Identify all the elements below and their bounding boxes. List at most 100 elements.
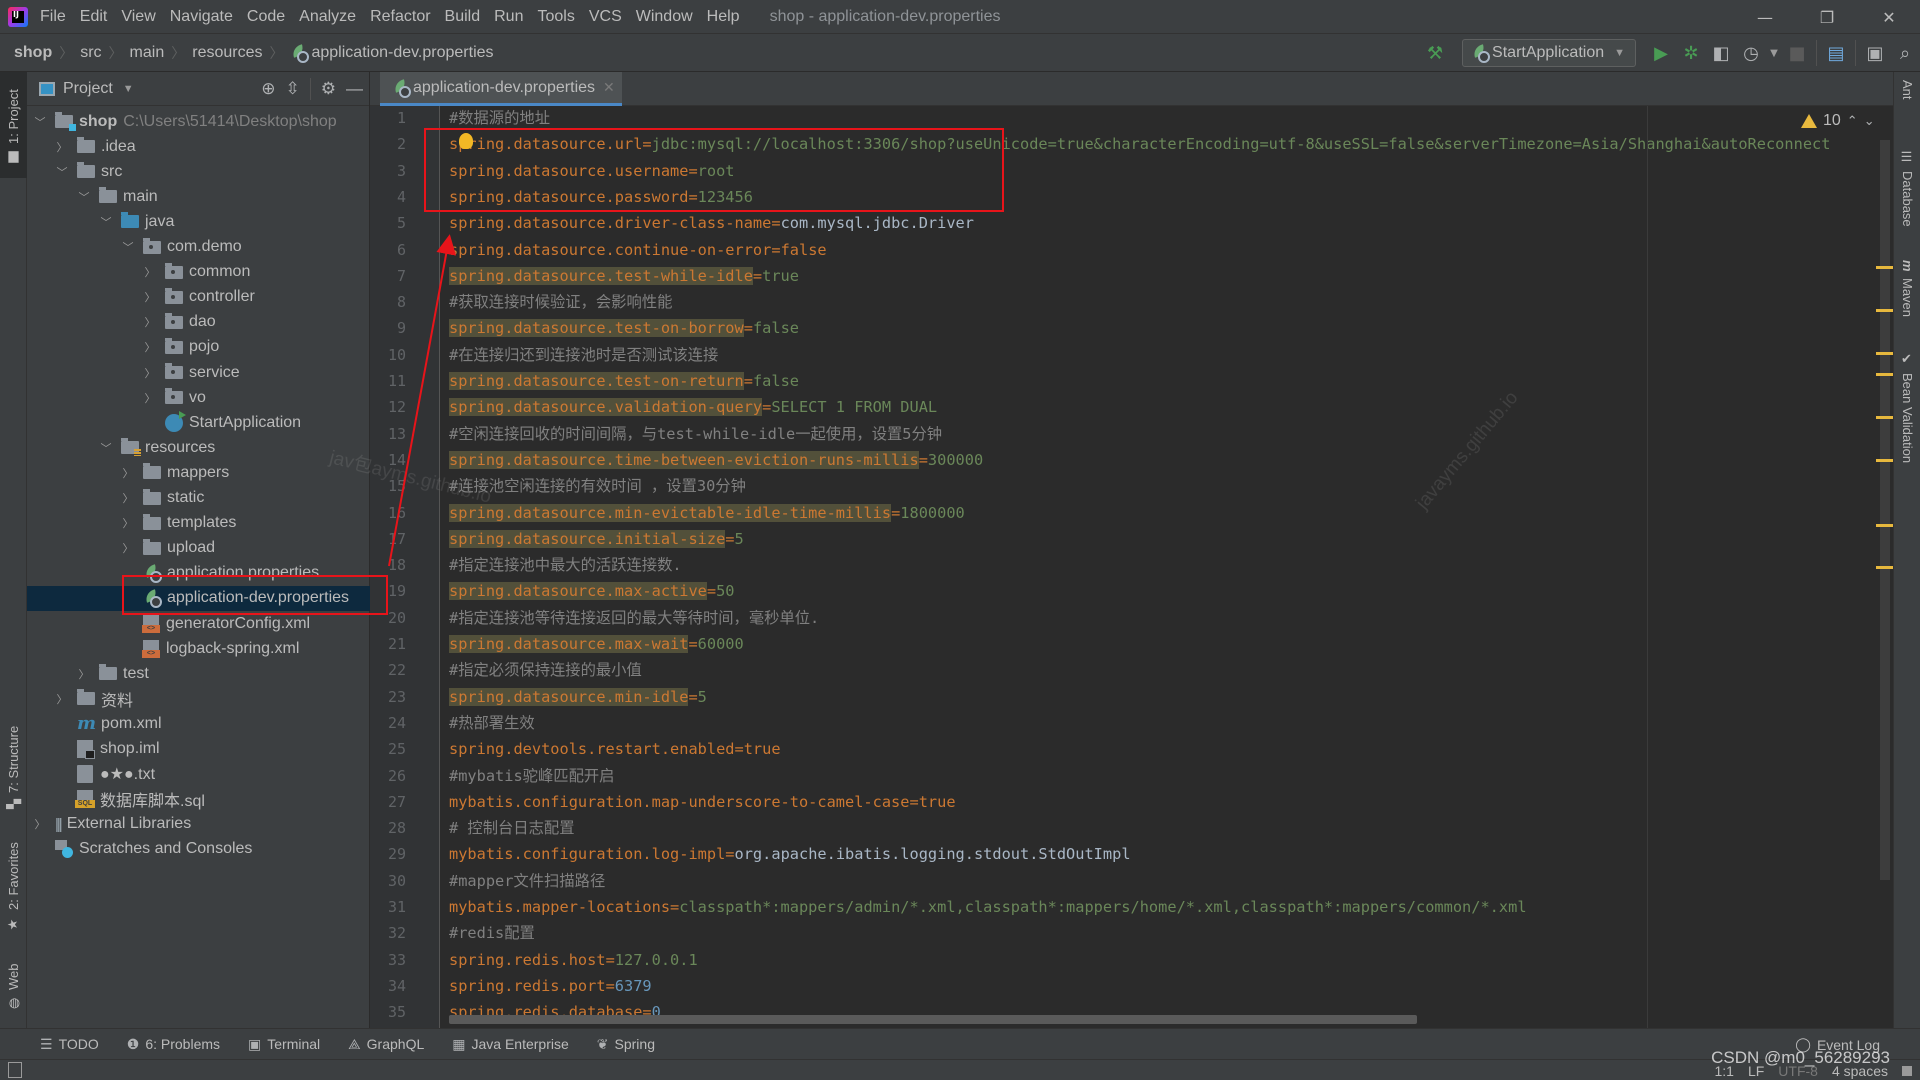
tree-item[interactable]: ﹀ src [27, 159, 370, 184]
close-button[interactable]: ✕ [1858, 0, 1920, 34]
tree-item[interactable]: 〉 pojo [27, 335, 370, 360]
menu-window[interactable]: Window [636, 8, 693, 26]
structure-tool-button[interactable]: ▚ 7: Structure [0, 712, 27, 822]
chevron-right-icon[interactable]: 〉 [121, 540, 135, 556]
line-separator[interactable]: LF [1748, 1063, 1764, 1079]
warning-stripe-mark[interactable] [1876, 373, 1893, 376]
code-comment-line[interactable]: #获取连接时候验证，会影响性能 [449, 289, 672, 315]
code-property-line[interactable]: spring.datasource.max-active=50 [449, 578, 735, 604]
ant-tool-button[interactable]: Ant [1894, 80, 1920, 100]
tree-item[interactable]: m pom.xml [27, 711, 370, 736]
tree-item[interactable]: 〉 资料 [27, 686, 370, 711]
todo-tool-button[interactable]: ☰ TODO [40, 1036, 99, 1053]
chevron-right-icon[interactable]: 〉 [143, 314, 157, 330]
build-hammer-icon[interactable]: ⚒ [1420, 38, 1450, 68]
code-property-line[interactable]: spring.redis.host=127.0.0.1 [449, 947, 698, 973]
project-tool-button[interactable]: ▆ 1: Project [0, 72, 27, 178]
code-comment-line[interactable]: #指定连接池中最大的活跃连接数. [449, 552, 682, 578]
chevron-right-icon[interactable]: 〉 [33, 816, 47, 832]
code-property-line[interactable]: spring.datasource.validation-query=SELEC… [449, 394, 937, 420]
tree-item[interactable]: 〉 static [27, 486, 370, 511]
database-tool-button[interactable]: ☰ Database [1894, 150, 1920, 227]
inspection-widget[interactable]: 10 ⌃ ⌄ [1795, 108, 1881, 134]
code-property-line[interactable]: spring.redis.port=6379 [449, 973, 652, 999]
file-encoding[interactable]: UTF-8 [1778, 1063, 1818, 1079]
tree-item[interactable]: ﹀ resources [27, 435, 370, 460]
code-comment-line[interactable]: #热部署生效 [449, 710, 535, 736]
tree-item[interactable]: logback-spring.xml [27, 636, 370, 661]
project-view-selector[interactable]: Project [63, 80, 113, 98]
code-property-line[interactable]: spring.datasource.min-idle=5 [449, 684, 707, 710]
tree-item[interactable]: ﹀ main [27, 184, 370, 209]
project-structure-icon[interactable]: ▤ [1821, 38, 1851, 68]
graphql-tool-button[interactable]: ⟁ GraphQL [348, 1036, 424, 1053]
debug-bug-icon[interactable]: ✲ [1676, 38, 1706, 68]
chevron-down-icon[interactable]: ﹀ [33, 114, 47, 130]
next-highlight-icon[interactable]: ⌄ [1864, 113, 1875, 129]
more-run-options-icon[interactable]: ▼ [1766, 38, 1782, 68]
close-tab-icon[interactable]: ✕ [603, 79, 615, 96]
menu-refactor[interactable]: Refactor [370, 8, 430, 26]
tree-item[interactable]: 〉 test [27, 661, 370, 686]
warning-stripe-mark[interactable] [1876, 266, 1893, 269]
tree-item[interactable]: 〉 controller [27, 285, 370, 310]
code-property-line[interactable]: spring.datasource.max-wait=60000 [449, 631, 744, 657]
breadcrumb-resources[interactable]: resources [192, 44, 262, 62]
chevron-down-icon[interactable]: ▼ [123, 83, 134, 95]
warning-stripe-mark[interactable] [1876, 524, 1893, 527]
code-property-line[interactable]: spring.devtools.restart.enabled=true [449, 736, 781, 762]
code-property-line[interactable]: mybatis.configuration.map-underscore-to-… [449, 789, 956, 815]
menu-run[interactable]: Run [494, 8, 523, 26]
locate-file-icon[interactable]: ⊕ [261, 79, 275, 99]
code-property-line[interactable]: spring.datasource.test-on-borrow=false [449, 315, 799, 341]
web-tool-button[interactable]: ◍ Web [0, 952, 27, 1022]
event-log-button[interactable]: ◯ Event Log [1795, 1029, 1880, 1060]
menu-edit[interactable]: Edit [80, 8, 108, 26]
favorites-tool-button[interactable]: ★ 2: Favorites [0, 832, 27, 942]
chevron-down-icon[interactable]: ﹀ [121, 239, 135, 255]
chevron-right-icon[interactable]: 〉 [77, 666, 91, 682]
code-comment-line[interactable]: #连接池空闲连接的有效时间 ，设置30分钟 [449, 473, 746, 499]
run-configuration-selector[interactable]: StartApplication ▼ [1462, 39, 1636, 67]
warning-stripe-mark[interactable] [1876, 309, 1893, 312]
breadcrumb-shop[interactable]: shop [14, 44, 52, 62]
tree-item[interactable]: 〉 dao [27, 310, 370, 335]
menu-help[interactable]: Help [707, 8, 740, 26]
code-comment-line[interactable]: #redis配置 [449, 920, 535, 946]
code-property-line[interactable]: spring.datasource.test-while-idle=true [449, 263, 799, 289]
tree-item[interactable]: 〉 .idea [27, 134, 370, 159]
breadcrumb-src[interactable]: src [80, 44, 101, 62]
horizontal-scrollbar[interactable] [449, 1015, 1417, 1024]
profiler-icon[interactable]: ◷ [1736, 38, 1766, 68]
caret-position[interactable]: 1:1 [1714, 1063, 1733, 1079]
code-comment-line[interactable]: #指定必须保持连接的最小值 [449, 657, 642, 683]
spring-tool-button[interactable]: ❦ Spring [597, 1036, 655, 1053]
tree-item[interactable]: 〉 templates [27, 511, 370, 536]
chevron-down-icon[interactable]: ﹀ [77, 189, 91, 205]
chevron-right-icon[interactable]: 〉 [143, 390, 157, 406]
chevron-right-icon[interactable]: 〉 [121, 490, 135, 506]
code-comment-line[interactable]: # 控制台日志配置 [449, 815, 575, 841]
chevron-right-icon[interactable]: 〉 [143, 264, 157, 280]
code-comment-line[interactable]: #指定连接池等待连接返回的最大等待时间，毫秒单位. [449, 605, 819, 631]
search-everywhere-icon[interactable]: ⌕ [1890, 38, 1920, 68]
warning-stripe-mark[interactable] [1876, 352, 1893, 355]
breadcrumb-main[interactable]: main [130, 44, 165, 62]
chevron-right-icon[interactable]: 〉 [121, 515, 135, 531]
terminal-window-icon[interactable]: ▣ [1860, 38, 1890, 68]
tab-application-dev-properties[interactable]: application-dev.properties ✕ [380, 72, 622, 106]
toggle-tool-windows-icon[interactable] [8, 1062, 22, 1078]
gear-icon[interactable]: ⚙ [321, 79, 336, 99]
code-property-line[interactable]: spring.datasource.test-on-return=false [449, 368, 799, 394]
tree-item[interactable]: 〉 vo [27, 385, 370, 410]
maven-tool-button[interactable]: m Maven [1894, 260, 1920, 317]
minimize-button[interactable]: — [1734, 0, 1796, 34]
code-property-line[interactable]: mybatis.configuration.log-impl=org.apach… [449, 841, 1131, 867]
tree-item[interactable]: Scratches and Consoles [27, 837, 370, 862]
code-property-line[interactable]: spring.datasource.driver-class-name=com.… [449, 210, 974, 236]
stop-icon[interactable]: ■ [1782, 38, 1812, 68]
chevron-down-icon[interactable]: ﹀ [55, 164, 69, 180]
code-comment-line[interactable]: #mybatis驼峰匹配开启 [449, 763, 614, 789]
memory-indicator-icon[interactable] [1902, 1065, 1912, 1076]
chevron-right-icon[interactable]: 〉 [121, 465, 135, 481]
